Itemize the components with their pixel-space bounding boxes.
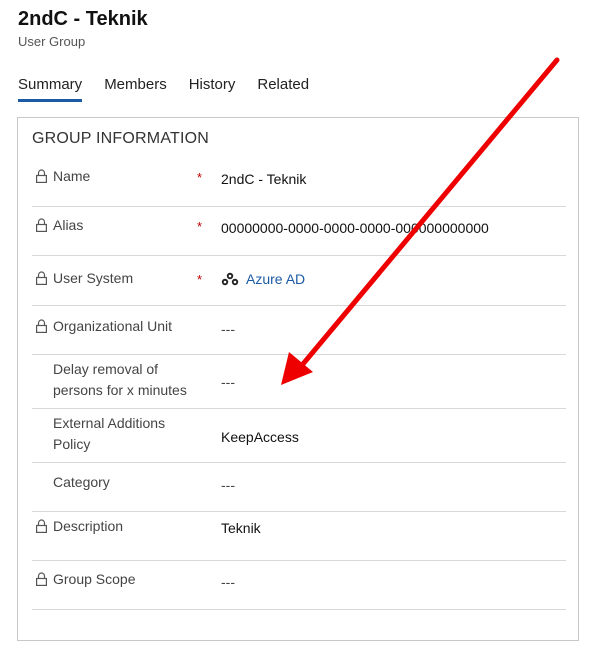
field-row-user-system: User System * Azure AD (32, 256, 566, 306)
user-system-link[interactable]: Azure AD (221, 271, 305, 287)
field-label: External Additions Policy (53, 415, 166, 452)
delay-removal-value[interactable]: --- (221, 374, 235, 390)
field-row-delay-removal: Delay removal of persons for x minutes -… (32, 355, 566, 409)
name-value[interactable]: 2ndC - Teknik (221, 171, 306, 187)
field-label: Description (53, 518, 124, 534)
category-value[interactable]: --- (221, 477, 235, 493)
field-label: Organizational Unit (53, 318, 173, 334)
lock-icon (36, 218, 47, 232)
field-label: Category (53, 474, 110, 490)
field-row-name: Name * 2ndC - Teknik (32, 158, 566, 207)
external-additions-policy-value[interactable]: KeepAccess (221, 429, 299, 445)
description-value[interactable]: Teknik (221, 520, 261, 536)
field-row-organizational-unit: Organizational Unit --- (32, 306, 566, 355)
tab-bar: Summary Members History Related (18, 76, 331, 102)
field-label: Name (53, 168, 91, 184)
alias-value[interactable]: 00000000-0000-0000-0000-000000000000 (221, 220, 489, 236)
lock-icon (36, 519, 47, 533)
user-system-value[interactable]: Azure AD (246, 271, 305, 287)
field-row-description: Description Teknik (32, 512, 566, 561)
required-marker: * (197, 272, 203, 287)
field-label: Delay removal of persons for x minutes (53, 361, 187, 398)
required-marker: * (197, 219, 203, 234)
required-marker: * (197, 170, 203, 185)
tab-related[interactable]: Related (257, 76, 309, 102)
field-label: User System (53, 270, 134, 286)
page-title: 2ndC - Teknik (18, 8, 148, 30)
lock-icon (36, 572, 47, 586)
tab-summary[interactable]: Summary (18, 76, 83, 102)
lock-icon (36, 271, 47, 285)
azure-ad-icon (221, 272, 239, 286)
tab-history[interactable]: History (189, 76, 236, 102)
field-row-alias: Alias * 00000000-0000-0000-0000-00000000… (32, 207, 566, 256)
field-row-category: Category --- (32, 463, 566, 512)
lock-icon (36, 169, 47, 183)
group-scope-value[interactable]: --- (221, 574, 235, 590)
field-row-group-scope: Group Scope --- (32, 561, 566, 610)
field-label: Alias (53, 217, 84, 233)
field-row-external-additions-policy: External Additions Policy KeepAccess (32, 409, 566, 463)
organizational-unit-value[interactable]: --- (221, 321, 235, 337)
section-title: GROUP INFORMATION (32, 130, 210, 147)
field-label: Group Scope (53, 571, 136, 587)
entity-type-label: User Group (18, 34, 86, 49)
tab-members[interactable]: Members (104, 76, 167, 102)
lock-icon (36, 319, 47, 333)
